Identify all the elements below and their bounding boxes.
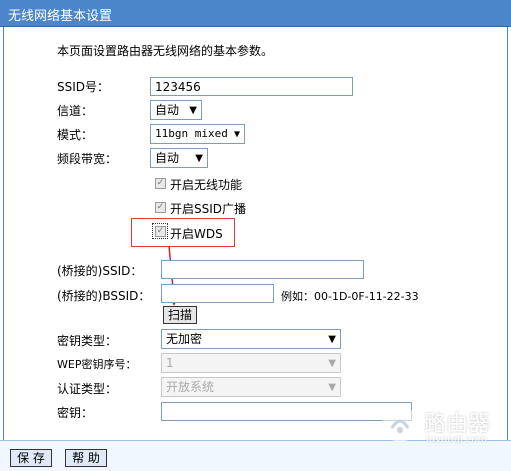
mode-select-value: 11bgn mixed xyxy=(155,127,228,140)
key-input[interactable] xyxy=(161,402,412,421)
enable-wireless-label: 开启无线功能 xyxy=(170,178,243,192)
chevron-down-icon: ▼ xyxy=(233,129,240,140)
auth-type-select[interactable]: 开放系统 ▼ xyxy=(161,377,341,397)
bandwidth-select[interactable]: 自动 ▼ xyxy=(150,148,208,168)
bridged-ssid-input[interactable] xyxy=(161,260,364,279)
key-type-value: 无加密 xyxy=(166,332,203,346)
ssid-label: SSID号： xyxy=(57,80,110,94)
ssid-input-value: 123456 xyxy=(155,80,201,94)
intro-text: 本页面设置路由器无线网络的基本参数。 xyxy=(57,44,274,58)
key-type-select[interactable]: 无加密 ▼ xyxy=(161,329,341,349)
wep-index-label: WEP密钥序号： xyxy=(57,358,137,371)
wep-index-select[interactable]: 1 ▼ xyxy=(161,353,341,373)
chevron-down-icon: ▼ xyxy=(328,334,336,345)
window-title: 无线网络基本设置 xyxy=(8,9,113,24)
ssid-input[interactable]: 123456 xyxy=(150,77,353,96)
key-label: 密钥： xyxy=(57,406,94,420)
enable-wds-checkbox[interactable]: ✓ xyxy=(155,226,166,237)
bridged-bssid-label: (桥接的)BSSID： xyxy=(57,289,151,303)
auth-type-label: 认证类型： xyxy=(57,382,118,396)
enable-wireless-checkbox[interactable]: ✓ xyxy=(155,178,166,189)
wep-index-value: 1 xyxy=(166,356,174,370)
channel-select[interactable]: 自动 ▼ xyxy=(150,100,202,120)
watermark-logo: 路由器 luyouqi.com xyxy=(380,400,500,456)
bridged-bssid-input[interactable] xyxy=(161,284,274,303)
chevron-down-icon: ▼ xyxy=(328,358,336,369)
watermark-subtext: luyouqi.com xyxy=(426,434,488,445)
mode-label: 模式： xyxy=(57,128,94,142)
enable-wds-label: 开启WDS xyxy=(170,227,223,241)
window-titlebar: 无线网络基本设置 xyxy=(0,0,511,27)
mode-select[interactable]: 11bgn mixed ▼ xyxy=(150,124,245,144)
bssid-example-text: 例如：00-1D-0F-11-22-33 xyxy=(281,290,419,303)
bridged-ssid-label: (桥接的)SSID： xyxy=(57,264,143,278)
channel-label: 信道： xyxy=(57,104,94,118)
bandwidth-select-value: 自动 xyxy=(155,151,180,165)
save-button[interactable]: 保 存 xyxy=(10,449,52,467)
chevron-down-icon: ▼ xyxy=(195,153,203,164)
bandwidth-label: 频段带宽： xyxy=(57,152,118,166)
chevron-down-icon: ▼ xyxy=(189,105,197,116)
enable-ssid-broadcast-checkbox[interactable]: ✓ xyxy=(155,202,166,213)
key-type-label: 密钥类型： xyxy=(57,334,118,348)
auth-type-value: 开放系统 xyxy=(166,380,215,394)
enable-ssid-broadcast-label: 开启SSID广播 xyxy=(170,202,247,216)
channel-select-value: 自动 xyxy=(155,103,180,117)
chevron-down-icon: ▼ xyxy=(328,382,336,393)
help-button[interactable]: 帮 助 xyxy=(65,449,107,467)
router-logo-icon xyxy=(382,406,418,442)
scan-button[interactable]: 扫描 xyxy=(163,306,197,324)
